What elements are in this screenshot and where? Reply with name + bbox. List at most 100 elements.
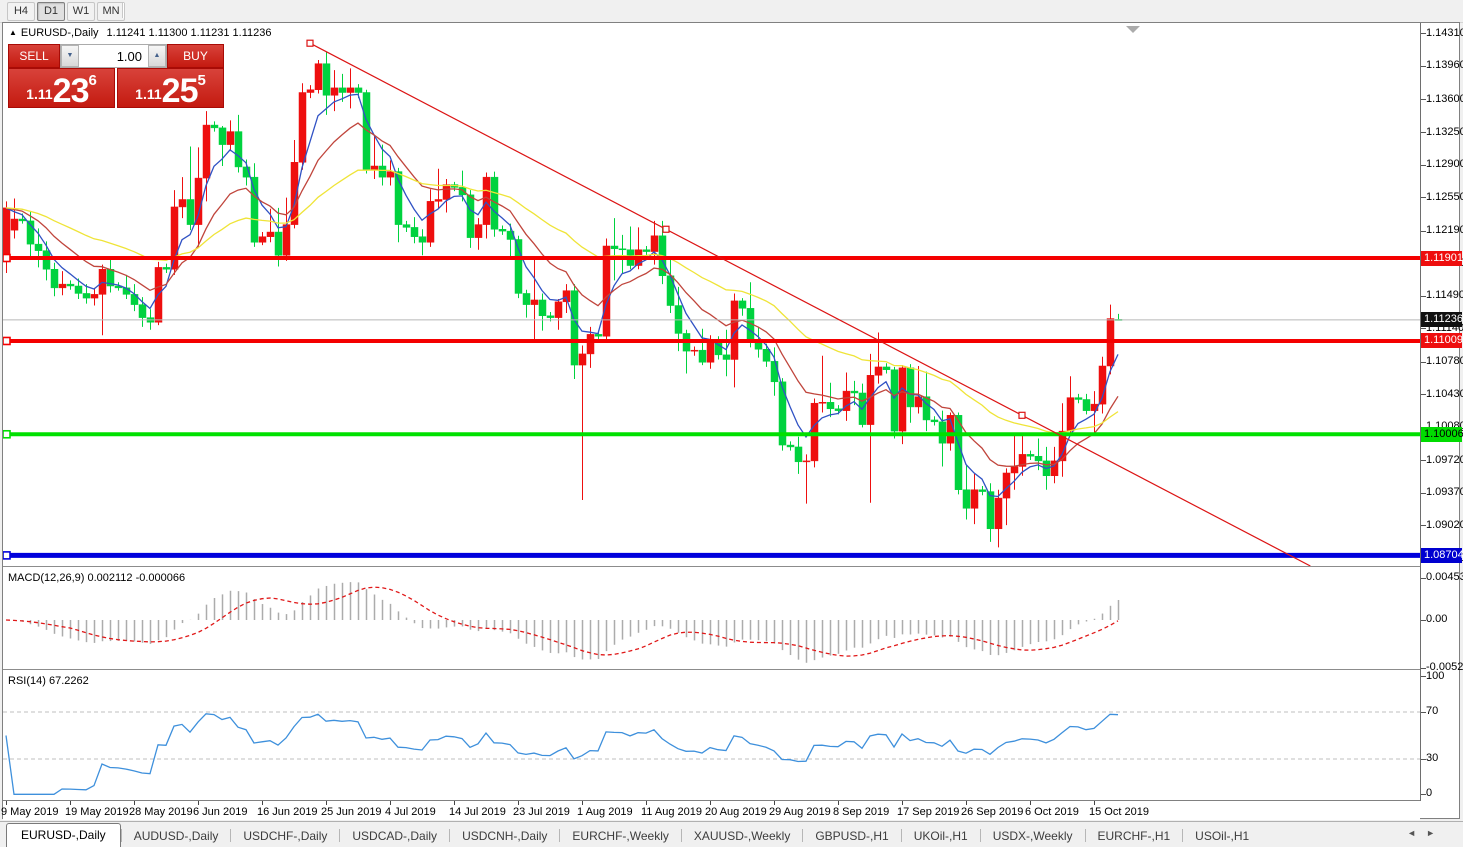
time-axis-tick bbox=[710, 801, 711, 805]
volume-increase-button[interactable]: ▲ bbox=[148, 45, 166, 67]
time-axis-label: 26 Sep 2019 bbox=[961, 806, 1023, 818]
tab-scroll-left-icon[interactable]: ◄ bbox=[1407, 828, 1426, 838]
tab-scroll-right-icon[interactable]: ► bbox=[1426, 828, 1445, 838]
tf-button-mn[interactable]: MN bbox=[97, 2, 125, 21]
chart-tab-usdchf-daily[interactable]: USDCHF-,Daily bbox=[231, 825, 339, 847]
hline-marker[interactable] bbox=[3, 255, 10, 262]
candle-body bbox=[443, 185, 450, 200]
candle-body bbox=[99, 269, 106, 294]
chart-shift-marker-icon[interactable] bbox=[1126, 26, 1140, 33]
time-axis-tick bbox=[134, 801, 135, 805]
candle-body bbox=[51, 269, 58, 288]
chart-tab-usoil-h1[interactable]: USOil-,H1 bbox=[1183, 825, 1261, 847]
macd-pane[interactable] bbox=[3, 569, 1420, 669]
chart-tab-eurchf-weekly[interactable]: EURCHF-,Weekly bbox=[560, 825, 680, 847]
candle-body bbox=[691, 350, 698, 351]
time-axis-label: 6 Jun 2019 bbox=[193, 806, 247, 818]
volume-decrease-button[interactable]: ▼ bbox=[61, 45, 79, 67]
rsi-pane[interactable] bbox=[3, 672, 1420, 799]
candle-body bbox=[803, 461, 810, 462]
time-axis[interactable]: 9 May 201919 May 201928 May 20196 Jun 20… bbox=[3, 800, 1420, 820]
candle-body bbox=[899, 368, 906, 431]
volume-input[interactable] bbox=[79, 45, 148, 67]
candle-body bbox=[1075, 398, 1082, 400]
hline-marker[interactable] bbox=[3, 552, 10, 559]
candle-body bbox=[219, 128, 226, 145]
chart-tab-usdx-weekly[interactable]: USDX-,Weekly bbox=[981, 825, 1085, 847]
tf-button-d1[interactable]: D1 bbox=[37, 2, 65, 21]
candle-body bbox=[1011, 466, 1018, 473]
candle-body bbox=[163, 267, 170, 269]
chart-tab-eurchf-h1[interactable]: EURCHF-,H1 bbox=[1086, 825, 1183, 847]
candle-body bbox=[739, 301, 746, 308]
macd-axis-label: 0.00 bbox=[1426, 613, 1447, 625]
buy-button[interactable]: BUY bbox=[167, 44, 224, 68]
chart-tab-gbpusd-h1[interactable]: GBPUSD-,H1 bbox=[803, 825, 900, 847]
trendline-marker[interactable] bbox=[307, 40, 313, 46]
candle-body bbox=[787, 445, 794, 447]
one-click-collapse-icon[interactable]: ▲ bbox=[9, 28, 17, 37]
chart-tab-ukoil-h1[interactable]: UKOil-,H1 bbox=[902, 825, 980, 847]
bid-price-button[interactable]: 1.11236 bbox=[8, 68, 115, 108]
candle-body bbox=[411, 227, 418, 236]
candle-body bbox=[875, 367, 882, 375]
hline-marker[interactable] bbox=[3, 431, 10, 438]
chart-tab-xauusd-weekly[interactable]: XAUUSD-,Weekly bbox=[682, 825, 802, 847]
candle-body bbox=[467, 195, 474, 238]
price-axis-label: 1.12900 bbox=[1426, 158, 1463, 170]
hline-marker[interactable] bbox=[3, 337, 10, 344]
ask-price-main: 25 bbox=[162, 76, 198, 107]
chart-tab-eurusd-daily[interactable]: EURUSD-,Daily bbox=[6, 823, 121, 847]
time-axis-label: 1 Aug 2019 bbox=[577, 806, 633, 818]
rsi-axis-label: 0 bbox=[1426, 787, 1432, 799]
candle-body bbox=[723, 355, 730, 360]
chart-tab-usdcad-daily[interactable]: USDCAD-,Daily bbox=[340, 825, 449, 847]
candle-body bbox=[811, 403, 818, 461]
candle-body bbox=[595, 334, 602, 336]
time-axis-label: 20 Aug 2019 bbox=[705, 806, 767, 818]
candle-body bbox=[235, 132, 242, 167]
candle-body bbox=[419, 237, 426, 243]
candle-body bbox=[75, 286, 82, 293]
price-axis-label: 1.13250 bbox=[1426, 126, 1463, 138]
time-axis-tick bbox=[1094, 801, 1095, 805]
chart-tab-audusd-daily[interactable]: AUDUSD-,Daily bbox=[122, 825, 231, 847]
price-axis-label: 1.14310 bbox=[1426, 27, 1463, 39]
candles-layer bbox=[3, 52, 1122, 548]
candle-body bbox=[179, 199, 186, 206]
candle-body bbox=[259, 237, 266, 243]
candle-body bbox=[187, 199, 194, 224]
candle-body bbox=[827, 402, 834, 409]
ask-price-button[interactable]: 1.11255 bbox=[117, 68, 224, 108]
sell-button[interactable]: SELL bbox=[8, 44, 60, 68]
candle-body bbox=[547, 316, 554, 318]
pane-splitter-macd[interactable] bbox=[3, 566, 1420, 568]
candle-body bbox=[651, 236, 658, 252]
rsi-axis-label: 30 bbox=[1426, 752, 1438, 764]
time-axis-label: 8 Sep 2019 bbox=[833, 806, 889, 818]
price-axis-label: 1.12190 bbox=[1426, 224, 1463, 236]
time-axis-tick bbox=[582, 801, 583, 805]
descending-trendline[interactable] bbox=[310, 43, 1310, 566]
candle-body bbox=[643, 250, 650, 252]
candle-body bbox=[355, 88, 362, 93]
candle-body bbox=[275, 232, 282, 255]
tf-button-h4[interactable]: H4 bbox=[7, 2, 35, 21]
candle-body bbox=[459, 187, 466, 194]
candle-body bbox=[883, 367, 890, 370]
chart-tab-usdcnh-daily[interactable]: USDCNH-,Daily bbox=[450, 825, 559, 847]
tf-button-w1[interactable]: W1 bbox=[67, 2, 95, 21]
trendline-marker[interactable] bbox=[1019, 412, 1025, 418]
time-axis-label: 9 May 2019 bbox=[1, 806, 58, 818]
price-axis-label: 1.10780 bbox=[1426, 355, 1463, 367]
candle-body bbox=[931, 420, 938, 422]
volume-stepper: ▼ ▲ bbox=[60, 44, 167, 68]
one-click-trade-panel: SELL ▼ ▲ BUY 1.11236 1.11255 bbox=[8, 44, 224, 108]
candle-body bbox=[611, 246, 618, 249]
trendline-marker[interactable] bbox=[663, 226, 669, 232]
candle-body bbox=[971, 490, 978, 509]
candle-body bbox=[67, 284, 74, 286]
chart-ohlc-values: 1.11241 1.11300 1.11231 1.11236 bbox=[107, 27, 272, 39]
price-axis-label: 1.09720 bbox=[1426, 454, 1463, 466]
pane-splitter-rsi[interactable] bbox=[3, 669, 1420, 671]
